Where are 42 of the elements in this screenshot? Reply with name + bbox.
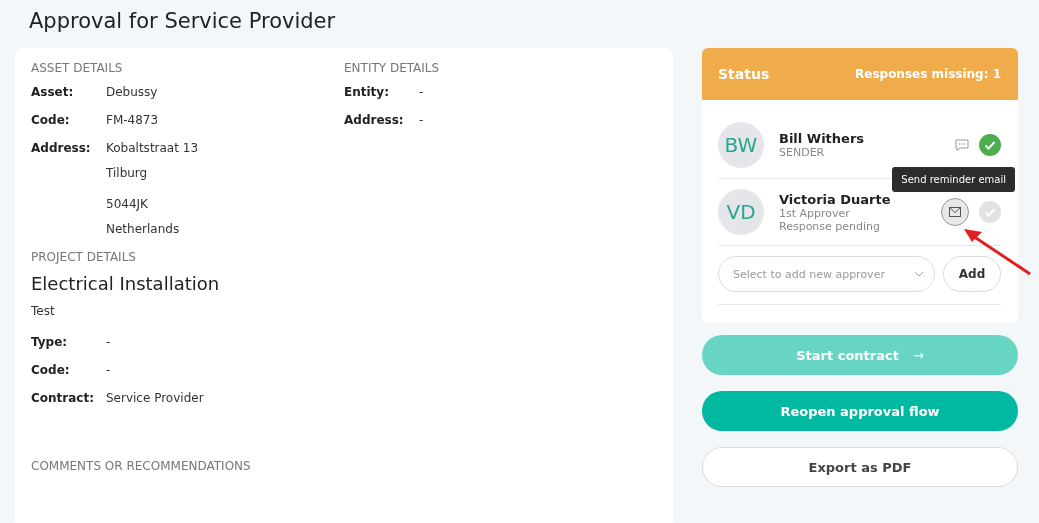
action-button[interactable]: Export as PDF (702, 447, 1018, 487)
field-value: Kobaltstraat 13 (106, 140, 198, 156)
project-name: Electrical Installation (31, 273, 221, 294)
field-value: Netherlands (106, 221, 181, 237)
action-button[interactable]: Reopen approval flow (702, 391, 1018, 431)
tooltip: Send reminder email (892, 167, 1015, 192)
section-heading: COMMENTS OR RECOMMENDATIONS (31, 458, 252, 474)
field-label: Entity: (344, 84, 390, 100)
field-label: Code: (31, 112, 71, 128)
avatar: BW (718, 122, 764, 168)
approver-status: Response pending (779, 219, 882, 233)
field-value: - (419, 84, 424, 100)
responses-missing: Responses missing: 1 (855, 67, 1001, 81)
chevron-icon (914, 271, 924, 277)
field-value: Tilburg (106, 165, 149, 181)
section-heading: ENTITY DETAILS (344, 60, 441, 76)
section-heading: ASSET DETAILS (31, 60, 124, 76)
page-title: Approval for Service Provider (29, 8, 337, 34)
field-label: Code: (31, 362, 71, 378)
mail-icon (949, 207, 961, 217)
field-label: Address: (31, 140, 92, 157)
field-value: - (106, 362, 111, 378)
field-label: Contract: (31, 390, 95, 406)
field-value: Debussy (106, 84, 158, 100)
field-value: - (106, 334, 111, 350)
field-label: Asset: (31, 84, 75, 100)
approver-role: 1st Approver (779, 206, 851, 220)
reminder-button[interactable] (941, 198, 969, 226)
section-heading: PROJECT DETAILS (31, 249, 137, 265)
status-title: Status (718, 66, 770, 82)
field-value: 5044JK (106, 196, 149, 212)
field-value: - (419, 112, 424, 128)
approver-name: Bill Withers (779, 131, 866, 146)
field-label: Address: (344, 112, 405, 128)
field-label: Type: (31, 334, 69, 350)
field-value: Service Provider (106, 390, 204, 406)
approver-name: Victoria Duarte (779, 191, 892, 207)
approver-role: SENDER (779, 146, 826, 159)
project-description: Test (31, 304, 56, 318)
avatar: VD (718, 189, 764, 235)
field-value: FM-4873 (106, 112, 159, 128)
add-button[interactable]: Add (943, 256, 1001, 292)
